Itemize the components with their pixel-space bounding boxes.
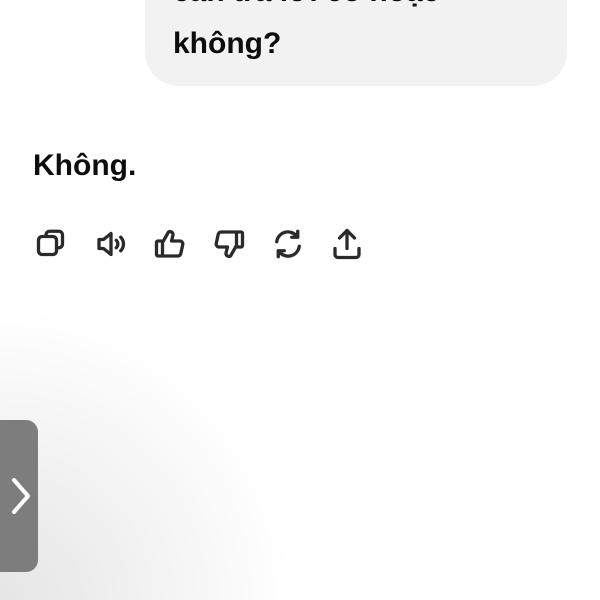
copy-icon (36, 229, 65, 257)
read-aloud-icon (97, 231, 126, 257)
share-icon (333, 228, 361, 260)
share-button[interactable] (327, 224, 367, 264)
user-message-line-2: không? (173, 27, 282, 60)
regenerate-icon (275, 229, 301, 259)
copy-button[interactable] (32, 224, 72, 264)
read-aloud-button[interactable] (91, 224, 131, 264)
good-response-button[interactable] (150, 224, 190, 264)
regenerate-button[interactable] (268, 224, 308, 264)
user-message-bubble: cần trả lời có hoặc không? (145, 0, 567, 86)
sidebar-toggle-button[interactable] (0, 420, 38, 572)
chevron-right-icon (12, 478, 30, 514)
message-action-bar (32, 224, 386, 264)
assistant-message: Không. (33, 149, 137, 182)
thumbs-down-icon (214, 230, 245, 259)
user-message-line-1: cần trả lời có hoặc (173, 0, 539, 18)
thumbs-up-icon (154, 229, 185, 258)
bad-response-button[interactable] (209, 224, 249, 264)
